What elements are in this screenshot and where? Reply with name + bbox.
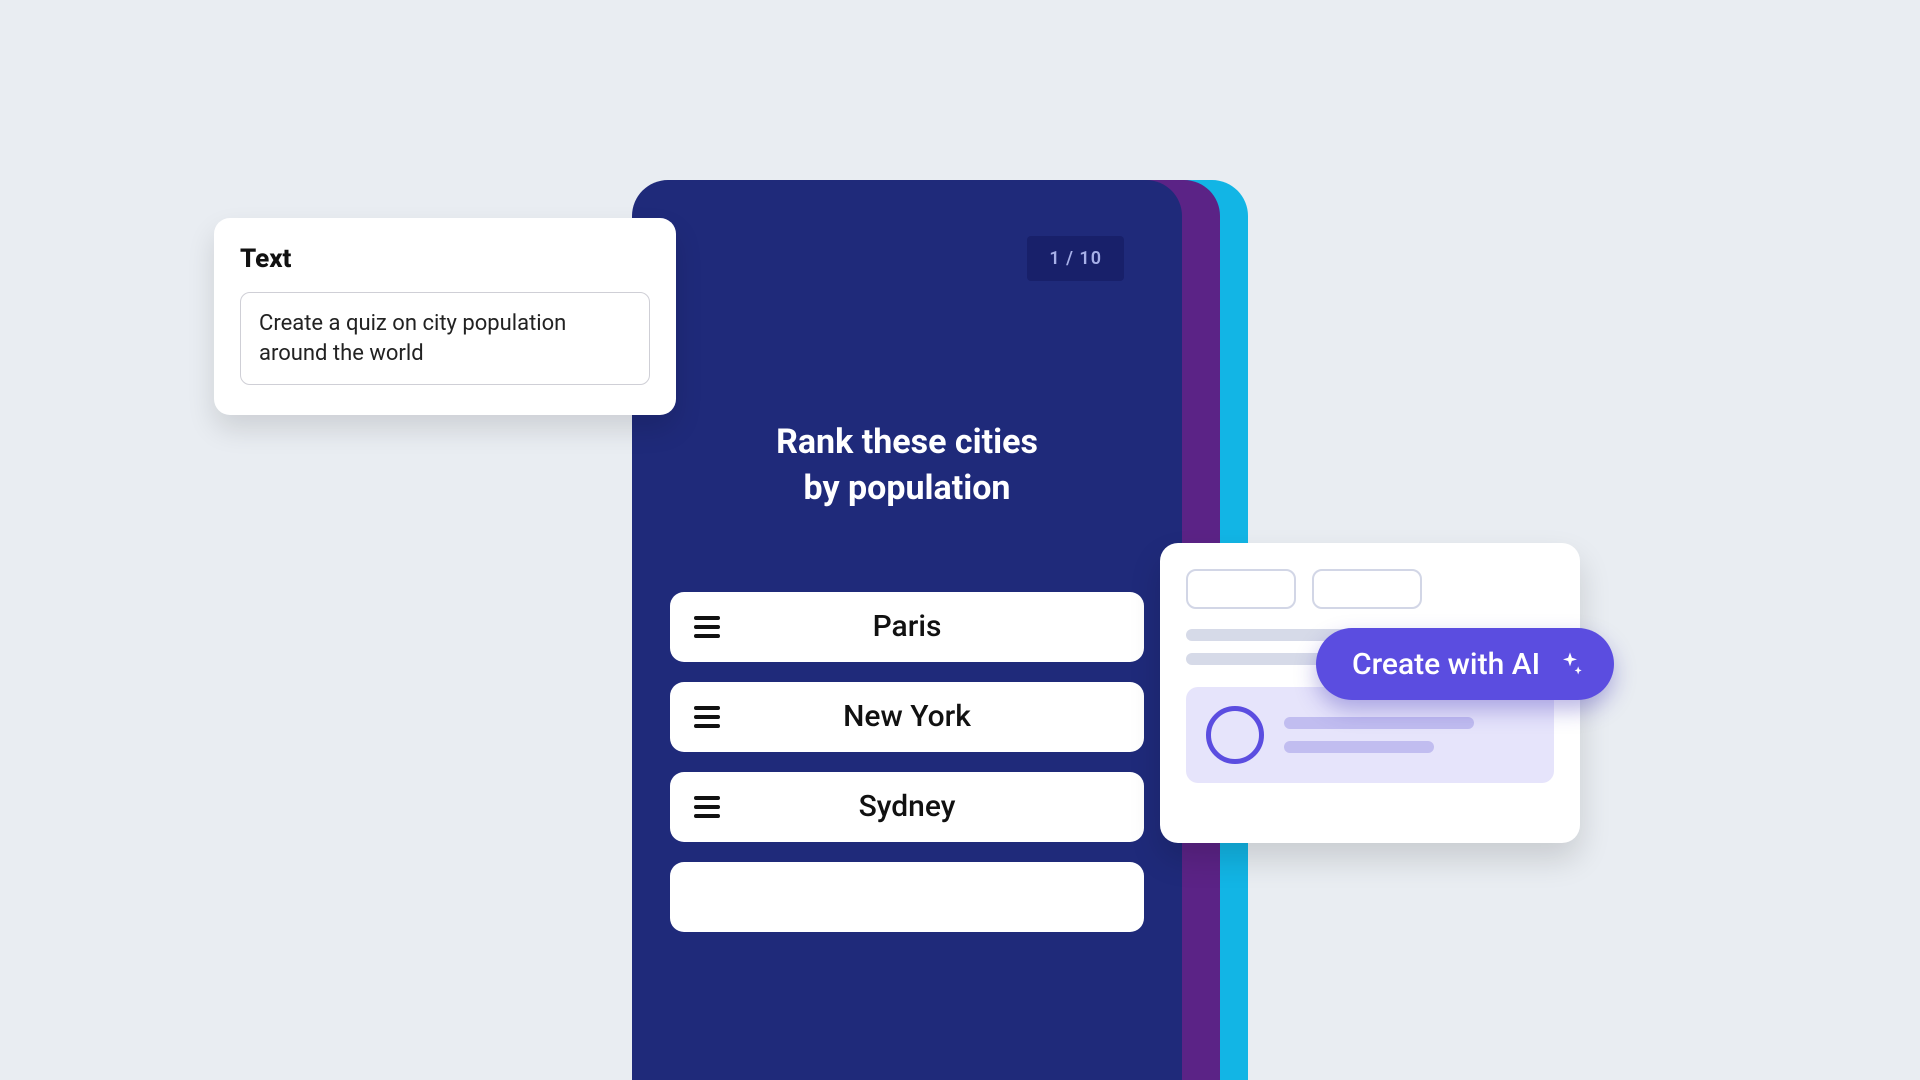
progress-badge: 1 / 10 xyxy=(1027,236,1124,281)
create-with-ai-label: Create with AI xyxy=(1352,647,1540,682)
quiz-question-line2: by population xyxy=(804,468,1011,508)
editor-tab-placeholder[interactable] xyxy=(1186,569,1296,609)
quiz-card: 1 / 10 Rank these cities by population P… xyxy=(632,180,1182,1080)
editor-highlight-block xyxy=(1186,687,1554,783)
quiz-option[interactable]: New York xyxy=(670,682,1144,752)
quiz-option[interactable]: Paris xyxy=(670,592,1144,662)
quiz-option-empty[interactable] xyxy=(670,862,1144,932)
quiz-options-list: Paris New York Sydney xyxy=(670,592,1144,932)
editor-tab-placeholder[interactable] xyxy=(1312,569,1422,609)
sparkle-icon xyxy=(1556,650,1584,678)
create-with-ai-button[interactable]: Create with AI xyxy=(1316,628,1614,700)
text-prompt-card: Text Create a quiz on city population ar… xyxy=(214,218,676,415)
quiz-option-label: Paris xyxy=(724,609,1120,644)
quiz-question: Rank these cities by population xyxy=(670,420,1144,512)
placeholder-line xyxy=(1284,741,1434,753)
drag-handle-icon[interactable] xyxy=(694,616,724,638)
avatar-placeholder-icon xyxy=(1206,706,1264,764)
drag-handle-icon[interactable] xyxy=(694,796,724,818)
placeholder-line xyxy=(1284,717,1474,729)
quiz-question-line1: Rank these cities xyxy=(776,422,1038,462)
text-prompt-input[interactable]: Create a quiz on city population around … xyxy=(240,292,650,385)
quiz-option-label: Sydney xyxy=(724,789,1120,824)
editor-tabs xyxy=(1186,569,1554,609)
quiz-option-label: New York xyxy=(724,699,1120,734)
editor-block-lines xyxy=(1284,717,1534,753)
quiz-option[interactable]: Sydney xyxy=(670,772,1144,842)
drag-handle-icon[interactable] xyxy=(694,706,724,728)
text-prompt-title: Text xyxy=(240,244,650,274)
